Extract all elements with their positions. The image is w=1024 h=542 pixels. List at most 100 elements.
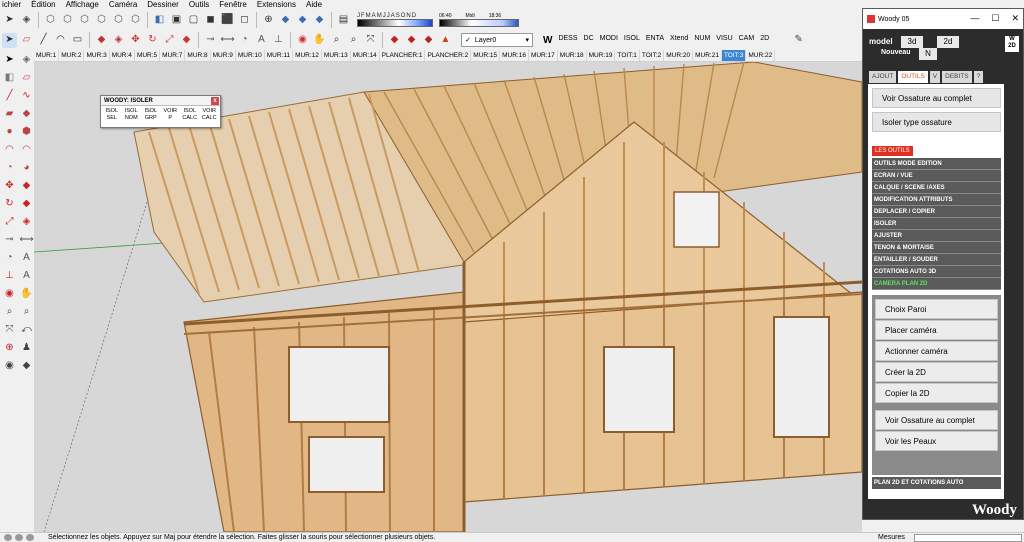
shape-tool-icon[interactable]: ▭ (70, 33, 85, 48)
tab-ajout[interactable]: AJOUT (869, 71, 897, 83)
dimension-icon[interactable]: ⟷ (220, 33, 235, 48)
scene-tab[interactable]: MUR:12 (293, 50, 322, 61)
text-icon[interactable]: A (19, 250, 34, 265)
tab-help[interactable]: ? (973, 71, 984, 83)
zoom-window-icon[interactable]: ⌕ (346, 33, 361, 48)
scene-tab[interactable]: TOIT:2 (640, 50, 665, 61)
outils-item[interactable]: ENTAILLER / SOUDER (872, 254, 1001, 266)
select-icon[interactable]: ➤ (2, 52, 17, 67)
outils-item-active[interactable]: CAMERA PLAN 2D (872, 278, 1001, 290)
scene-tab[interactable]: MUR:16 (500, 50, 529, 61)
move-icon[interactable]: ✥ (128, 33, 143, 48)
menu-affichage[interactable]: Affichage (66, 0, 99, 10)
woody-btn-enta[interactable]: ENTA (646, 35, 664, 46)
axes-icon[interactable]: ⊥ (2, 268, 17, 283)
iso-view-icon[interactable]: ⬡ (43, 13, 58, 28)
extension-warehouse-icon[interactable]: ◆ (404, 33, 419, 48)
share-model-icon[interactable]: ◆ (421, 33, 436, 48)
orbit-icon[interactable]: ◉ (295, 33, 310, 48)
scene-tab[interactable]: MUR:4 (110, 50, 135, 61)
front-view-icon[interactable]: ⬡ (77, 13, 92, 28)
position-camera-icon[interactable]: ⊕ (261, 13, 276, 28)
copier-2d-button[interactable]: Copier la 2D (875, 383, 998, 403)
voir-peaux-button[interactable]: Voir les Peaux (875, 431, 998, 451)
scene-tab[interactable]: MUR:11 (265, 50, 294, 61)
rotate-icon[interactable]: ↻ (2, 196, 17, 211)
zoom-icon[interactable]: ⌕ (2, 304, 17, 319)
dimension-icon[interactable]: ⟷ (19, 232, 34, 247)
choix-paroi-button[interactable]: Choix Paroi (875, 299, 998, 319)
scale-icon[interactable]: ⤢ (162, 33, 177, 48)
orbit-icon[interactable]: ◉ (2, 286, 17, 301)
placer-camera-button[interactable]: Placer caméra (875, 320, 998, 340)
pan-icon[interactable]: ✋ (19, 286, 34, 301)
isol-grp-button[interactable]: ISOL GRP (142, 108, 160, 122)
offset-icon[interactable]: ◈ (19, 214, 34, 229)
menu-aide[interactable]: Aide (306, 0, 322, 10)
rectangle-icon[interactable]: ▰ (2, 106, 17, 121)
rotated-rect-icon[interactable]: ◆ (19, 106, 34, 121)
hidden-line-icon[interactable]: ▢ (186, 13, 201, 28)
scene-tab[interactable]: MUR:20 (664, 50, 694, 61)
layout-icon[interactable]: ▲ (438, 33, 453, 48)
layer-select[interactable]: ✓ Layer0 ▾ (461, 33, 533, 47)
woody-btn-cam[interactable]: CAM (739, 35, 755, 46)
woody-btn-xtend[interactable]: Xtend (670, 35, 688, 46)
position-camera-icon[interactable]: ⊕ (2, 340, 17, 355)
menu-edition[interactable]: Édition (31, 0, 55, 10)
section-plane-icon[interactable]: ◆ (312, 13, 327, 28)
credits-icon[interactable] (15, 534, 23, 541)
pan-icon[interactable]: ✋ (312, 33, 327, 48)
arc3-icon[interactable]: ◔ (2, 160, 17, 175)
help-icon[interactable] (26, 534, 34, 541)
plan-2d-label[interactable]: PLAN 2D ET COTATIONS AUTO (872, 477, 1001, 489)
component-icon[interactable]: ◈ (19, 13, 34, 28)
left-view-icon[interactable]: ⬡ (128, 13, 143, 28)
scene-tab[interactable]: MUR:18 (558, 50, 587, 61)
zoom-icon[interactable]: ⌕ (329, 33, 344, 48)
scene-tab[interactable]: TOIT:1 (615, 50, 640, 61)
push-pull-icon[interactable]: ◆ (94, 33, 109, 48)
component-icon[interactable]: ◈ (19, 52, 34, 67)
protractor-icon[interactable]: ◔ (2, 250, 17, 265)
tab-v[interactable]: V (929, 71, 941, 83)
close-icon[interactable]: x (211, 97, 219, 105)
scene-tab[interactable]: MUR:8 (185, 50, 211, 61)
3d-text-icon[interactable]: A (19, 268, 34, 283)
protractor-icon[interactable]: ◔ (237, 33, 252, 48)
eraser-icon[interactable]: ▱ (19, 70, 34, 85)
outils-item[interactable]: DEPLACER / COPIER (872, 206, 1001, 218)
isol-calc-button[interactable]: ISOL CALC (181, 108, 199, 122)
look-around-icon[interactable]: ◆ (295, 13, 310, 28)
menu-dessiner[interactable]: Dessiner (147, 0, 179, 10)
scene-tab[interactable]: MUR:14 (351, 50, 380, 61)
previous-view-icon[interactable]: ⤺ (19, 322, 34, 337)
scene-tab[interactable]: MUR:1 (34, 50, 60, 61)
zoom-extents-icon[interactable]: ⤧ (363, 33, 378, 48)
tab-debits[interactable]: DEBITS (942, 71, 972, 83)
menu-fenetre[interactable]: Fenêtre (219, 0, 247, 10)
select-arrow-icon[interactable]: ➤ (2, 13, 17, 28)
woody-btn-visu[interactable]: VISU (716, 35, 732, 46)
menu-fichier[interactable]: ichier (2, 0, 21, 10)
tab-outils[interactable]: OUTILS (898, 71, 928, 83)
warehouse-icon[interactable]: ◆ (387, 33, 402, 48)
look-around-icon[interactable]: ◉ (2, 358, 17, 373)
scene-tab[interactable]: MUR:3 (84, 50, 110, 61)
close-icon[interactable]: ✕ (1011, 13, 1019, 24)
monochrome-icon[interactable]: ◻ (237, 13, 252, 28)
woody-btn-dess[interactable]: DESS (558, 35, 577, 46)
axes-icon[interactable]: ⊥ (271, 33, 286, 48)
voir-calc-button[interactable]: VOIR CALC (201, 108, 219, 122)
scene-tab[interactable]: MUR:7 (160, 50, 186, 61)
circle-icon[interactable]: ● (2, 124, 17, 139)
shadow-time-slider[interactable] (439, 19, 519, 27)
minimize-icon[interactable]: — (970, 13, 979, 24)
arc2-icon[interactable]: ◠ (19, 142, 34, 157)
scene-tab[interactable]: MUR:10 (236, 50, 265, 61)
follow-me-icon[interactable]: ◆ (19, 196, 34, 211)
woody-btn-modi[interactable]: MODI (600, 35, 618, 46)
geo-location-icon[interactable] (4, 534, 12, 541)
woody-btn-isol[interactable]: ISOL (624, 35, 640, 46)
tape-measure-icon[interactable]: ⊸ (203, 33, 218, 48)
